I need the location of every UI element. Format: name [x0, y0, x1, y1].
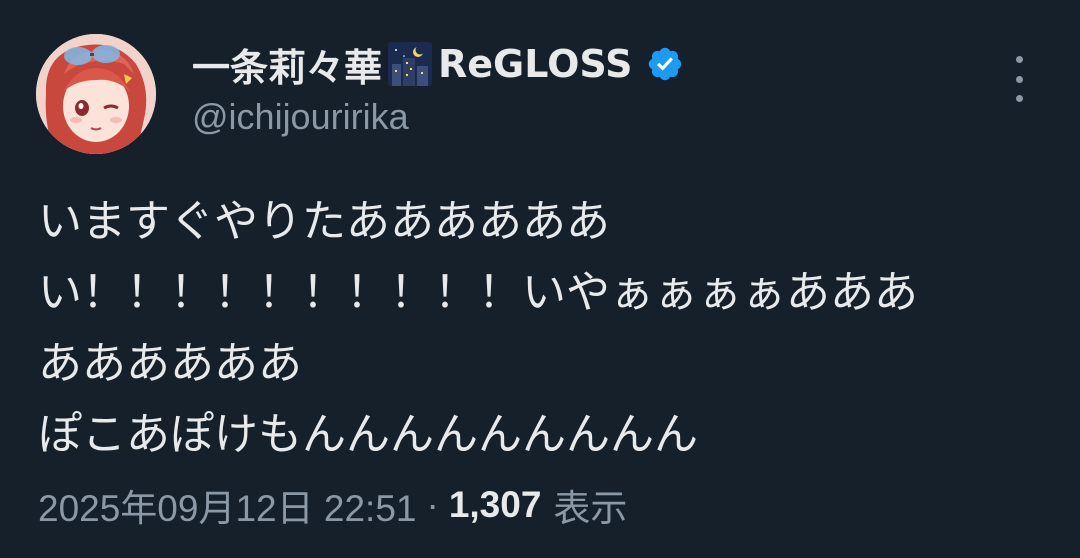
author-display-name[interactable]: 一条莉々華: [192, 37, 382, 92]
tweet-text-line: いますぐやりたああああああ: [38, 196, 610, 247]
views-label: 表示: [553, 488, 628, 529]
avatar[interactable]: [36, 34, 156, 154]
tweet-timestamp[interactable]: 2025年09月12日 22:51: [38, 478, 417, 532]
tweet-text: いますぐやりたああああああ い！！！！！！！！！！いやぁぁぁぁあああ あああああ…: [38, 186, 1048, 470]
author-name-row[interactable]: 一条莉々華 ReGLOSS: [192, 38, 684, 90]
night-city-emoji-icon: [388, 42, 433, 86]
tweet-metadata: 2025年09月12日 22:51 · 1,307 表示: [38, 478, 627, 532]
tweet-card[interactable]: 一条莉々華 ReGLOSS @ichijouririka いますぐやりたああああ…: [0, 0, 1080, 558]
more-dot: [1015, 56, 1023, 63]
views-count: 1,307: [448, 484, 542, 525]
tweet-text-line: ああああああ: [38, 338, 302, 389]
more-dot: [1015, 75, 1023, 83]
tweet-text-line: ぽこあぽけもんんんんんんんんん: [38, 409, 698, 460]
tweet-text-line: い！！！！！！！！！！いやぁぁぁぁあああ: [38, 267, 918, 318]
verified-badge-icon[interactable]: [646, 45, 684, 83]
author-handle[interactable]: @ichijouririka: [192, 96, 409, 138]
more-dot: [1015, 95, 1023, 102]
author-name-suffix[interactable]: ReGLOSS: [438, 42, 632, 86]
more-vertical-icon[interactable]: [1004, 56, 1034, 102]
avatar-image: [36, 34, 156, 154]
meta-separator: ·: [426, 484, 439, 525]
